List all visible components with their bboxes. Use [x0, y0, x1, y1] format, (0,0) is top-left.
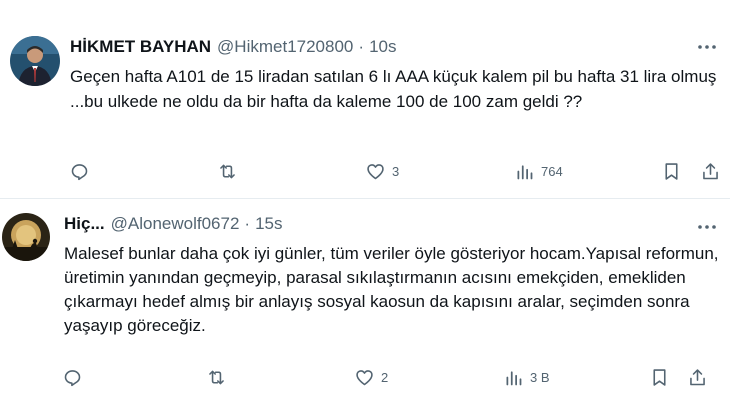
user-handle[interactable]: @Hikmet1720800	[217, 37, 353, 57]
views-icon	[506, 370, 522, 385]
retweet-icon	[220, 164, 235, 178]
like-count: 2	[381, 369, 389, 385]
share-icon	[703, 162, 718, 179]
bookmark-button[interactable]	[661, 156, 682, 186]
timestamp[interactable]: 10s	[369, 37, 396, 57]
more-icon[interactable]	[696, 36, 718, 58]
bookmark-button[interactable]	[649, 362, 670, 392]
reply-button[interactable]	[62, 362, 83, 392]
reply-button[interactable]	[69, 156, 90, 186]
view-count: 3 B	[530, 369, 550, 385]
views-button[interactable]: 764	[514, 156, 563, 186]
retweet-icon	[209, 370, 224, 384]
tweet-1[interactable]: HİKMET BAYHAN @Hikmet1720800 · 10s Geçen…	[0, 0, 730, 198]
bookmark-icon	[665, 162, 678, 180]
like-button[interactable]: 2	[354, 362, 388, 392]
display-name[interactable]: HİKMET BAYHAN	[70, 37, 211, 57]
reply-icon	[64, 369, 81, 386]
tweet-text: Geçen hafta A101 de 15 liradan satılan 6…	[70, 67, 717, 111]
tweet-2[interactable]: Hiç... @Alonewolf0672 · 15s Malesef bunl…	[0, 199, 730, 420]
share-icon	[690, 368, 705, 385]
avatar[interactable]	[2, 213, 50, 261]
more-icon[interactable]	[696, 216, 718, 238]
separator-dot: ·	[244, 214, 251, 233]
like-button[interactable]: 3	[365, 156, 399, 186]
tweet-header: HİKMET BAYHAN @Hikmet1720800 · 10s	[70, 36, 396, 58]
views-icon	[517, 164, 533, 179]
like-icon	[356, 369, 373, 385]
display-name[interactable]: Hiç...	[64, 214, 105, 234]
tweet-actions: 3 764	[60, 156, 730, 186]
like-icon	[367, 163, 384, 179]
bookmark-icon	[653, 368, 666, 386]
share-button[interactable]	[687, 362, 708, 392]
avatar[interactable]	[10, 36, 60, 86]
tweet-text: Malesef bunlar daha çok iyi günler, tüm …	[64, 244, 719, 335]
tweet-header: Hiç... @Alonewolf0672 · 15s	[64, 213, 283, 235]
tweet-actions: 2 3 B	[60, 362, 730, 392]
views-button[interactable]: 3 B	[503, 362, 550, 392]
reply-icon	[71, 163, 88, 180]
timestamp[interactable]: 15s	[255, 214, 282, 234]
like-count: 3	[392, 163, 400, 179]
separator-dot: ·	[358, 37, 365, 56]
share-button[interactable]	[700, 156, 721, 186]
view-count: 764	[541, 163, 563, 179]
retweet-button[interactable]	[206, 362, 227, 392]
user-handle[interactable]: @Alonewolf0672	[111, 214, 240, 234]
retweet-button[interactable]	[217, 156, 238, 186]
